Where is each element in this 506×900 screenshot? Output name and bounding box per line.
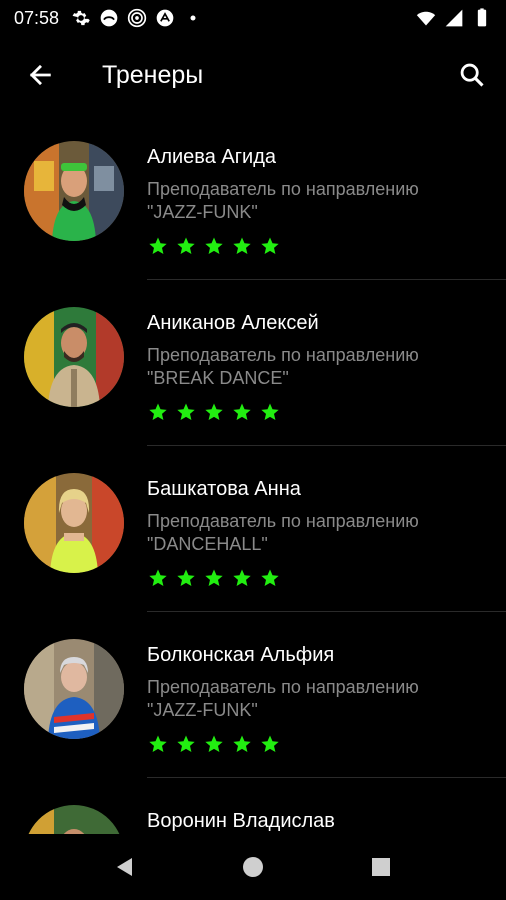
avatar <box>24 639 124 739</box>
star-icon <box>204 402 224 422</box>
avatar <box>24 473 124 573</box>
rating-stars <box>148 568 280 588</box>
arrow-left-icon <box>29 64 51 86</box>
star-icon <box>232 402 252 422</box>
search-icon <box>460 63 484 87</box>
system-nav-bar <box>0 834 506 900</box>
accessibility-icon <box>155 8 175 28</box>
rating-stars <box>148 734 280 754</box>
avatar <box>24 141 124 241</box>
star-icon <box>204 236 224 256</box>
search-button[interactable] <box>438 36 506 114</box>
battery-icon <box>472 8 492 28</box>
star-icon <box>232 236 252 256</box>
star-icon <box>148 568 168 588</box>
dot-icon <box>183 8 203 28</box>
status-system-icons <box>416 8 492 28</box>
rating-stars <box>148 236 280 256</box>
rating-stars <box>148 402 280 422</box>
star-icon <box>204 734 224 754</box>
status-bar: 07:58 <box>0 0 506 36</box>
star-icon <box>204 568 224 588</box>
star-icon <box>176 236 196 256</box>
trainer-name: Алиева Агида <box>147 146 276 168</box>
star-icon <box>260 402 280 422</box>
recents-square-icon <box>372 858 390 876</box>
star-icon <box>176 568 196 588</box>
trainer-row[interactable]: Алиева Агида Преподаватель по направлени… <box>0 114 506 280</box>
trainer-list: Алиева Агида Преподаватель по направлени… <box>0 114 506 834</box>
wifi-icon <box>416 8 436 28</box>
nav-back-button[interactable] <box>61 834 189 900</box>
back-button[interactable] <box>0 36 80 114</box>
gear-icon <box>71 8 91 28</box>
star-icon <box>148 734 168 754</box>
star-icon <box>148 402 168 422</box>
star-icon <box>176 734 196 754</box>
trainer-row[interactable]: Болконская Альфия Преподаватель по напра… <box>0 612 506 778</box>
star-icon <box>260 568 280 588</box>
back-triangle-icon <box>117 858 132 876</box>
nav-home-button[interactable] <box>189 834 317 900</box>
star-icon <box>232 734 252 754</box>
star-icon <box>260 734 280 754</box>
trainer-name: Башкатова Анна <box>147 478 301 500</box>
trainer-name: Аниканов Алексей <box>147 312 319 334</box>
star-icon <box>148 236 168 256</box>
trainer-description: Преподаватель по направлению "JAZZ-FUNK" <box>147 179 419 222</box>
cloud-icon <box>99 8 119 28</box>
status-time: 07:58 <box>14 7 60 28</box>
trainer-row[interactable]: Аниканов Алексей Преподаватель по направ… <box>0 280 506 446</box>
trainer-name: Воронин Владислав <box>147 810 335 832</box>
nav-recents-button[interactable] <box>317 834 445 900</box>
trainer-description: Преподаватель по направлению "JAZZ-FUNK" <box>147 677 419 720</box>
home-circle-icon <box>243 857 263 877</box>
target-icon <box>127 8 147 28</box>
star-icon <box>260 236 280 256</box>
trainer-row[interactable]: Воронин Владислав <box>0 778 506 834</box>
status-notification-icons <box>71 8 203 28</box>
trainer-description: Преподаватель по направлению "BREAK DANC… <box>147 345 419 388</box>
star-icon <box>176 402 196 422</box>
star-icon <box>232 568 252 588</box>
trainer-description: Преподаватель по направлению "DANCEHALL" <box>147 511 419 554</box>
page-title: Тренеры <box>102 60 204 89</box>
avatar <box>24 307 124 407</box>
trainer-name: Болконская Альфия <box>147 644 335 666</box>
trainer-row[interactable]: Башкатова Анна Преподаватель по направле… <box>0 446 506 612</box>
app-bar: Тренеры <box>0 36 506 114</box>
signal-icon <box>444 8 464 28</box>
avatar <box>24 805 124 834</box>
